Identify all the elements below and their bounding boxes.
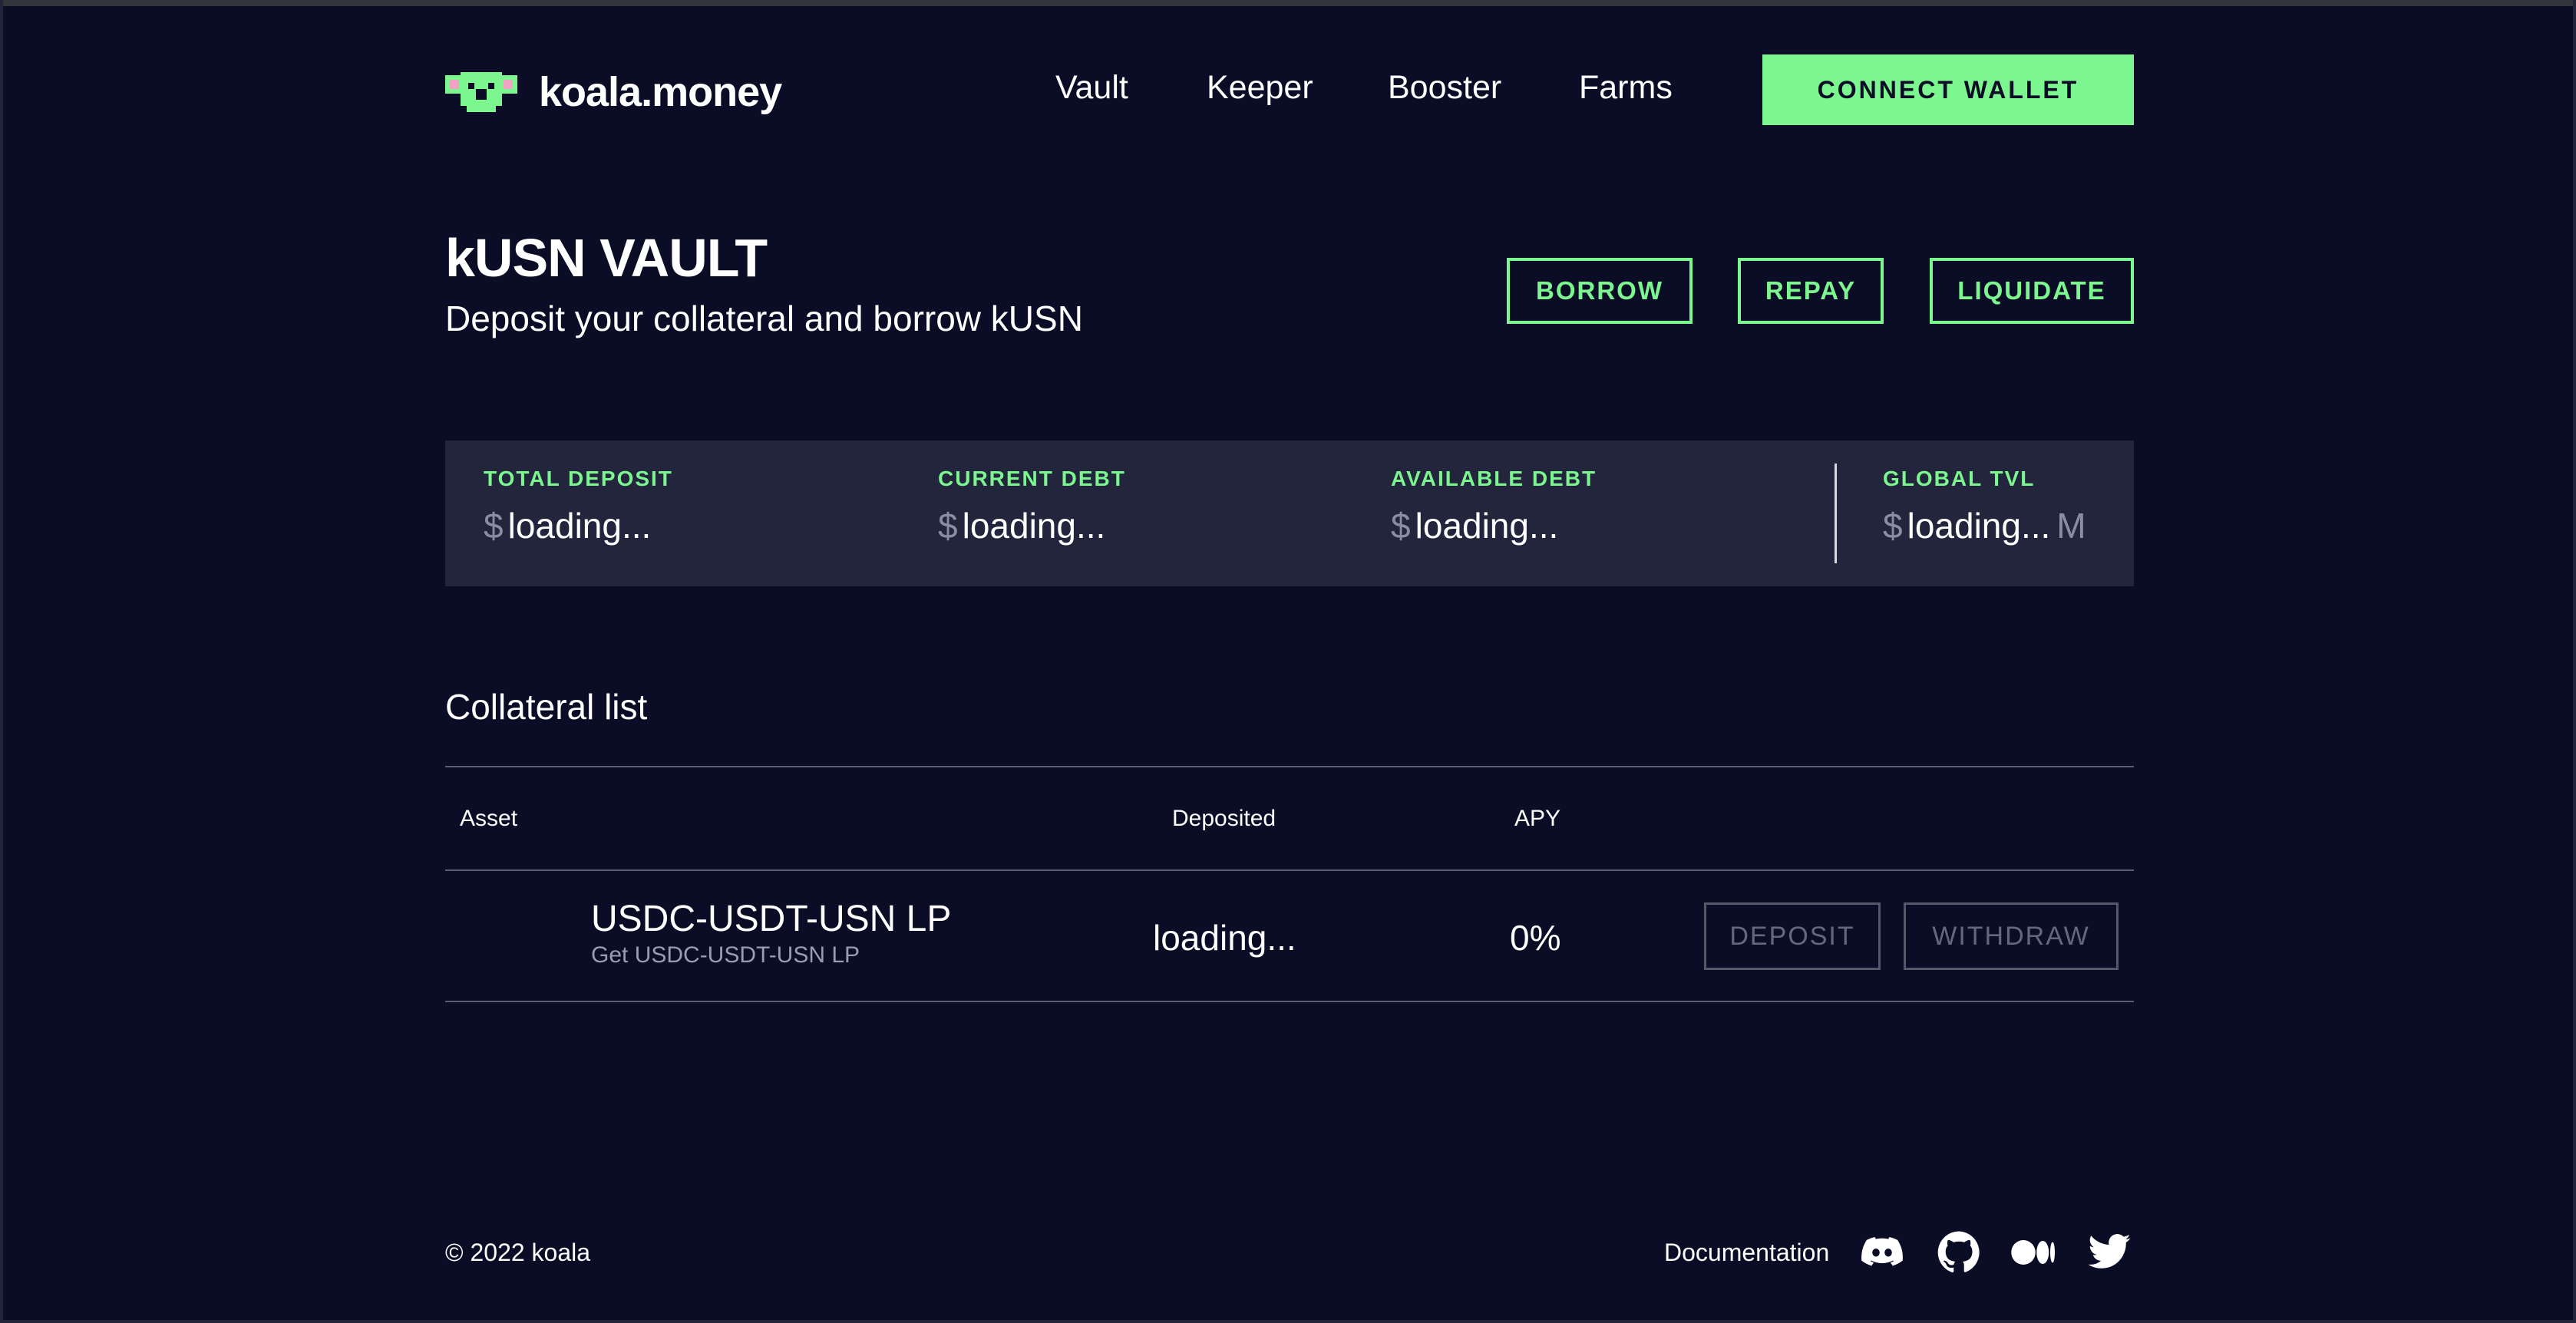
window-right-border — [2573, 0, 2576, 1323]
stat-value: $ loading... M — [1883, 505, 2086, 546]
asset-name: USDC-USDT-USN LP — [591, 899, 952, 939]
twitter-icon[interactable] — [2085, 1228, 2134, 1277]
discord-icon[interactable] — [1858, 1228, 1907, 1277]
nav-keeper[interactable]: Keeper — [1207, 69, 1313, 107]
stat-current-debt: CURRENT DEBT $ loading... — [938, 467, 1126, 546]
stat-value-text: loading... — [1907, 506, 2051, 546]
stat-value-text: loading... — [507, 506, 652, 546]
stat-value: $ loading... — [1391, 505, 1597, 546]
koala-logo-icon — [445, 72, 517, 112]
currency-symbol: $ — [938, 506, 958, 546]
stats-panel: TOTAL DEPOSIT $ loading... CURRENT DEBT $… — [445, 440, 2134, 586]
deposited-value: loading... — [1153, 918, 1296, 958]
copyright-text: © 2022 koala — [445, 1239, 591, 1266]
brand-name: koala.money — [539, 69, 782, 115]
stats-divider — [1835, 464, 1837, 563]
window-bottom-border — [0, 1320, 2576, 1323]
repay-button[interactable]: REPAY — [1738, 258, 1884, 324]
stat-unit: M — [2056, 506, 2086, 546]
stat-label: GLOBAL TVL — [1883, 467, 2036, 490]
stat-available-debt: AVAILABLE DEBT $ loading... — [1391, 467, 1597, 546]
table-bottom-divider — [445, 1001, 2134, 1002]
column-header-apy: APY — [1514, 806, 1561, 831]
documentation-link[interactable]: Documentation — [1664, 1239, 1829, 1267]
page-title: kUSN VAULT — [445, 228, 768, 288]
nav-booster[interactable]: Booster — [1388, 69, 1501, 107]
borrow-button[interactable]: BORROW — [1507, 258, 1693, 324]
connect-wallet-button[interactable]: CONNECT WALLET — [1762, 54, 2134, 125]
stat-value: $ loading... — [484, 505, 673, 546]
nav-farms[interactable]: Farms — [1579, 69, 1673, 107]
stat-value-text: loading... — [962, 506, 1106, 546]
column-header-asset: Asset — [460, 806, 518, 831]
stat-label: AVAILABLE DEBT — [1391, 467, 1597, 490]
stat-total-deposit: TOTAL DEPOSIT $ loading... — [484, 467, 673, 546]
table-header-divider — [445, 869, 2134, 871]
stat-value-text: loading... — [1415, 506, 1559, 546]
currency-symbol: $ — [1883, 506, 1903, 546]
window-top-border — [0, 0, 2576, 6]
currency-symbol: $ — [484, 506, 504, 546]
stat-label: TOTAL DEPOSIT — [484, 467, 673, 490]
currency-symbol: $ — [1391, 506, 1411, 546]
apy-value: 0% — [1510, 918, 1561, 958]
brand-logo[interactable]: koala.money — [445, 61, 782, 123]
stat-value: $ loading... — [938, 505, 1126, 546]
stat-global-tvl: GLOBAL TVL $ loading... M — [1883, 467, 2086, 546]
collateral-list-title: Collateral list — [445, 687, 648, 727]
withdraw-button[interactable]: WITHDRAW — [1904, 902, 2119, 970]
nav-vault[interactable]: Vault — [1055, 69, 1128, 107]
get-asset-link[interactable]: Get USDC-USDT-USN LP — [591, 942, 860, 968]
table-top-divider — [445, 766, 2134, 767]
github-icon[interactable] — [1934, 1228, 1983, 1277]
medium-icon[interactable] — [2009, 1228, 2058, 1277]
window-left-border — [0, 0, 3, 1323]
stat-label: CURRENT DEBT — [938, 467, 1126, 490]
liquidate-button[interactable]: LIQUIDATE — [1930, 258, 2134, 324]
deposit-button[interactable]: DEPOSIT — [1704, 902, 1881, 970]
page-subtitle: Deposit your collateral and borrow kUSN — [445, 299, 1083, 338]
column-header-deposited: Deposited — [1172, 806, 1276, 831]
